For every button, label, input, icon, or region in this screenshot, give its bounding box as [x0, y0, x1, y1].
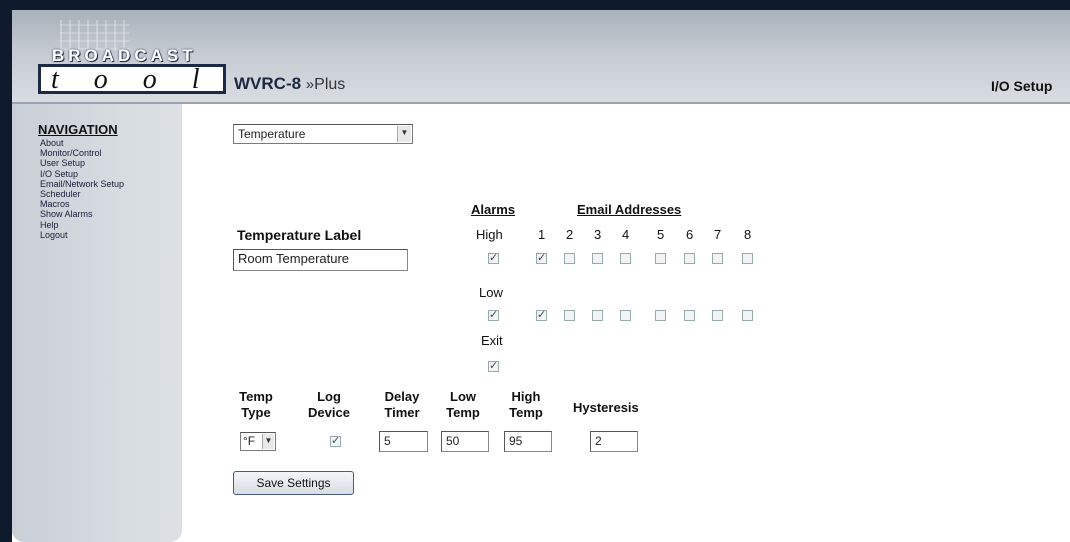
log-device-checkbox[interactable]: [330, 434, 341, 447]
alarm-high-checkbox[interactable]: [488, 251, 499, 264]
nav-item-email-network-setup[interactable]: Email/Network Setup: [40, 179, 124, 189]
email-high-checkbox-4[interactable]: [620, 253, 631, 264]
nav-item-monitor-control[interactable]: Monitor/Control: [40, 148, 124, 158]
email-high-checkbox-8[interactable]: [742, 253, 753, 264]
nav-item-user-setup[interactable]: User Setup: [40, 158, 124, 168]
window-left-border: [0, 0, 12, 542]
alarms-heading: Alarms: [471, 202, 516, 217]
low-temp-input[interactable]: 50: [441, 431, 489, 452]
page-title: I/O Setup: [991, 78, 1053, 94]
email-column-number: 5: [657, 227, 665, 242]
nav-item-about[interactable]: About: [40, 138, 124, 148]
email-low-checkbox-6[interactable]: [684, 310, 695, 321]
email-low-checkbox-8[interactable]: [742, 310, 753, 321]
nav-item-io-setup[interactable]: I/O Setup: [40, 169, 124, 179]
logo-broadcast-text: BROADCAST: [52, 46, 197, 65]
high-temp-label-line1: High: [511, 389, 541, 404]
nav-item-scheduler[interactable]: Scheduler: [40, 189, 124, 199]
email-low-checkbox-5[interactable]: [655, 310, 666, 321]
temperature-label-input[interactable]: Room Temperature: [233, 249, 408, 271]
hysteresis-input[interactable]: 2: [590, 431, 638, 452]
email-low-checkbox-7[interactable]: [712, 310, 723, 321]
delay-timer-label-line2: Timer: [384, 405, 420, 420]
log-device-label-line1: Log: [317, 389, 341, 404]
email-low-checkbox-4[interactable]: [620, 310, 631, 321]
alarm-exit-label: Exit: [481, 333, 503, 348]
low-temp-label-line1: Low: [450, 389, 476, 404]
delay-timer-label-line1: Delay: [384, 389, 420, 404]
nav-item-help[interactable]: Help: [40, 220, 124, 230]
email-high-checkbox-5[interactable]: [655, 253, 666, 264]
temp-type-label-line1: Temp: [239, 389, 273, 404]
log-device-label: Log Device: [303, 389, 355, 421]
chevron-down-icon[interactable]: ▼: [262, 434, 274, 449]
temp-type-label-line2: Type: [241, 405, 271, 420]
email-high-checkbox-2[interactable]: [564, 253, 575, 264]
email-column-number: 2: [566, 227, 574, 242]
hysteresis-label: Hysteresis: [573, 400, 639, 415]
navigation-title: NAVIGATION: [38, 122, 118, 137]
temp-type-select-value: °F: [243, 434, 256, 448]
save-settings-button[interactable]: Save Settings: [233, 471, 354, 495]
temp-type-select[interactable]: °F ▼: [240, 432, 276, 451]
io-type-select[interactable]: Temperature ▼: [233, 124, 413, 144]
product-title: WVRC-8 »Plus: [234, 74, 345, 94]
low-temp-label-line2: Temp: [446, 405, 480, 420]
logo-tools-box: t o o l s: [38, 64, 226, 127]
broadcast-tools-logo: BROADCAST t o o l s: [28, 20, 228, 127]
email-high-checkbox-1[interactable]: [536, 251, 547, 264]
email-low-checkbox-2[interactable]: [564, 310, 575, 321]
email-column-number: 8: [744, 227, 752, 242]
email-column-number: 7: [714, 227, 722, 242]
email-low-checkbox-3[interactable]: [592, 310, 603, 321]
log-device-label-line2: Device: [308, 405, 350, 420]
email-high-checkbox-6[interactable]: [684, 253, 695, 264]
email-low-checkbox-1[interactable]: [536, 308, 547, 321]
alarm-low-label: Low: [479, 285, 503, 300]
nav-item-show-alarms[interactable]: Show Alarms: [40, 209, 124, 219]
delay-timer-label: Delay Timer: [378, 389, 426, 421]
email-column-number: 1: [538, 227, 546, 242]
chevron-down-icon[interactable]: ▼: [397, 126, 411, 142]
alarm-high-label: High: [476, 227, 503, 242]
email-high-checkbox-7[interactable]: [712, 253, 723, 264]
email-column-number: 3: [594, 227, 602, 242]
navigation-list: About Monitor/Control User Setup I/O Set…: [40, 138, 124, 240]
temp-type-label: Temp Type: [236, 389, 276, 421]
email-column-number: 4: [622, 227, 630, 242]
nav-item-macros[interactable]: Macros: [40, 199, 124, 209]
low-temp-label: Low Temp: [441, 389, 485, 421]
delay-timer-input[interactable]: 5: [379, 431, 428, 452]
high-temp-label-line2: Temp: [509, 405, 543, 420]
alarm-low-checkbox[interactable]: [488, 308, 499, 321]
high-temp-input[interactable]: 95: [504, 431, 552, 452]
high-temp-label: High Temp: [504, 389, 548, 421]
product-suffix: Plus: [314, 76, 346, 93]
email-addresses-heading: Email Addresses: [577, 202, 682, 217]
alarm-exit-checkbox[interactable]: [488, 359, 499, 372]
email-column-number: 6: [686, 227, 694, 242]
product-separator: »: [305, 76, 315, 93]
window-top-border: [0, 0, 1070, 10]
nav-item-logout[interactable]: Logout: [40, 230, 124, 240]
product-name: WVRC-8: [234, 74, 302, 93]
email-high-checkbox-3[interactable]: [592, 253, 603, 264]
temperature-label-heading: Temperature Label: [237, 227, 362, 243]
io-type-select-value: Temperature: [238, 127, 306, 141]
